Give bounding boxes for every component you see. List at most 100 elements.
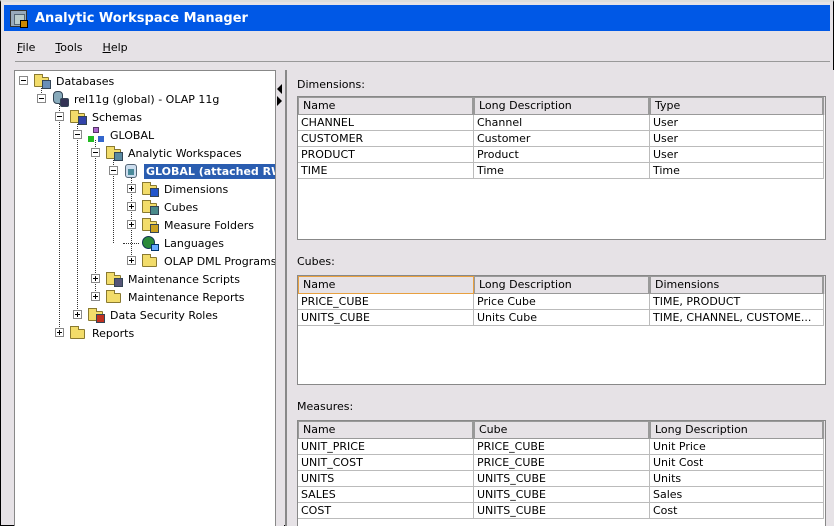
expand-icon[interactable] [91,274,100,283]
table-cell: UNITS_CUBE [298,310,474,326]
table-cell: Unit Price [650,439,824,455]
column-header[interactable]: Name [298,97,474,115]
menu-help[interactable]: Help [101,39,130,59]
expand-icon[interactable] [127,256,136,265]
tree-node-label: Reports [92,326,135,340]
column-header[interactable]: Cube [474,421,650,439]
tree-node[interactable]: GLOBAL (attached RW) [123,162,275,180]
table-row[interactable]: PRODUCT Product User [298,147,825,163]
title-bar: Analytic Workspace Manager [4,5,830,31]
column-header[interactable]: Type [650,97,824,115]
collapse-icon[interactable] [37,94,46,103]
tree-node-label: Analytic Workspaces [128,146,242,160]
tree-node[interactable]: GLOBAL [87,126,156,144]
expand-icon[interactable] [127,220,136,229]
table-row[interactable]: PRICE_CUBE Price Cube TIME, PRODUCT [298,294,825,310]
expand-right-icon[interactable] [277,96,282,106]
tree-node[interactable]: Analytic Workspaces [105,144,244,162]
collapse-icon[interactable] [73,130,82,139]
table-cell: Product [474,147,650,163]
column-header[interactable]: Name [298,421,474,439]
tree-node[interactable]: Measure Folders [141,216,256,234]
collapse-icon[interactable] [55,112,64,121]
tree-node[interactable]: Databases [33,72,116,90]
table-row[interactable]: CHANNEL Channel User [298,115,825,131]
row-filler [824,131,825,147]
tree-node[interactable]: Languages [141,234,226,252]
expand-icon[interactable] [55,328,64,337]
tree-node-label: OLAP DML Programs [164,254,276,268]
header-filler [824,276,825,294]
table-cell: CHANNEL [298,115,474,131]
column-header[interactable]: Name [298,276,474,294]
tree-node[interactable]: Maintenance Scripts [105,270,242,288]
analytic-workspace-icon [123,163,141,179]
tree-connector [123,243,139,244]
menu-file[interactable]: File [15,39,37,59]
tree-node-label: Databases [56,74,115,88]
table-cell: PRICE_CUBE [474,439,650,455]
table-row[interactable]: COST UNITS_CUBE Cost [298,503,825,519]
languages-icon [141,235,159,251]
tree-node[interactable]: OLAP DML Programs [141,252,276,270]
splitter[interactable] [276,70,284,526]
database-folder-icon [33,73,51,89]
collapse-left-icon[interactable] [277,84,282,94]
tree-node[interactable]: Dimensions [141,180,230,198]
menu-file-label: ile [22,41,36,54]
tree-node[interactable]: Maintenance Reports [105,288,247,306]
table-header: Name Long Description Dimensions [298,276,825,294]
maintenance-scripts-folder-icon [105,271,123,287]
table-row[interactable]: SALES UNITS_CUBE Sales [298,487,825,503]
tree-node[interactable]: Schemas [69,108,144,126]
expand-icon[interactable] [73,310,82,319]
collapse-icon[interactable] [109,166,118,175]
expand-icon[interactable] [127,184,136,193]
tree-node-label: GLOBAL (attached RW) [144,163,275,179]
table-cell: Cost [650,503,824,519]
menu-tools[interactable]: Tools [53,39,84,59]
navigator-tree[interactable]: Databases rel11g (global) - OLAP 11g Schem… [14,70,276,526]
row-filler [824,163,825,179]
table-cell: UNITS_CUBE [474,487,650,503]
collapse-icon[interactable] [19,76,28,85]
cubes-table[interactable]: Name Long Description Dimensions PRICE_CUBE… [297,275,826,385]
table-row[interactable]: UNITS_CUBE Units Cube TIME, CHANNEL, CUSTO… [298,310,825,326]
tree-node[interactable]: rel11g (global) - OLAP 11g [51,90,221,108]
tree-node[interactable]: Cubes [141,198,200,216]
table-header: Name Long Description Type [298,97,825,115]
folder-icon [141,253,159,269]
tree-node-label: Cubes [164,200,199,214]
expand-icon[interactable] [91,292,100,301]
table-cell: UNITS [298,471,474,487]
table-row[interactable]: UNITS UNITS_CUBE Units [298,471,825,487]
menu-separator [15,61,830,62]
expand-icon[interactable] [127,202,136,211]
table-cell: User [650,147,824,163]
table-row[interactable]: TIME Time Time [298,163,825,179]
column-header[interactable]: Dimensions [650,276,824,294]
table-row[interactable]: UNIT_COST PRICE_CUBE Unit Cost [298,455,825,471]
dimensions-table[interactable]: Name Long Description Type CHANNEL Channel Us… [297,96,826,240]
table-row[interactable]: UNIT_PRICE PRICE_CUBE Unit Price [298,439,825,455]
column-header[interactable]: Long Description [650,421,824,439]
collapse-icon[interactable] [91,148,100,157]
tree-node-label: GLOBAL [110,128,155,142]
menu-tools-label: ools [60,41,83,54]
table-row[interactable]: CUSTOMER Customer User [298,131,825,147]
tree-node[interactable]: Reports [69,324,136,342]
table-cell: Time [474,163,650,179]
tree-node-label: Data Security Roles [110,308,218,322]
measures-label: Measures: [297,400,354,413]
row-filler [824,439,825,455]
table-cell: Sales [650,487,824,503]
table-cell: Units [650,471,824,487]
tree-node[interactable]: Data Security Roles [87,306,220,324]
tree-node-label: Maintenance Scripts [128,272,240,286]
table-cell: User [650,115,824,131]
column-header[interactable]: Long Description [474,276,650,294]
details-panel: Dimensions: Name Long Description Type CHAN… [285,70,834,526]
column-header[interactable]: Long Description [474,97,650,115]
measures-table[interactable]: Name Cube Long Description UNIT_PRICE PRICE_… [297,420,826,526]
menu-help-label: elp [110,41,128,54]
